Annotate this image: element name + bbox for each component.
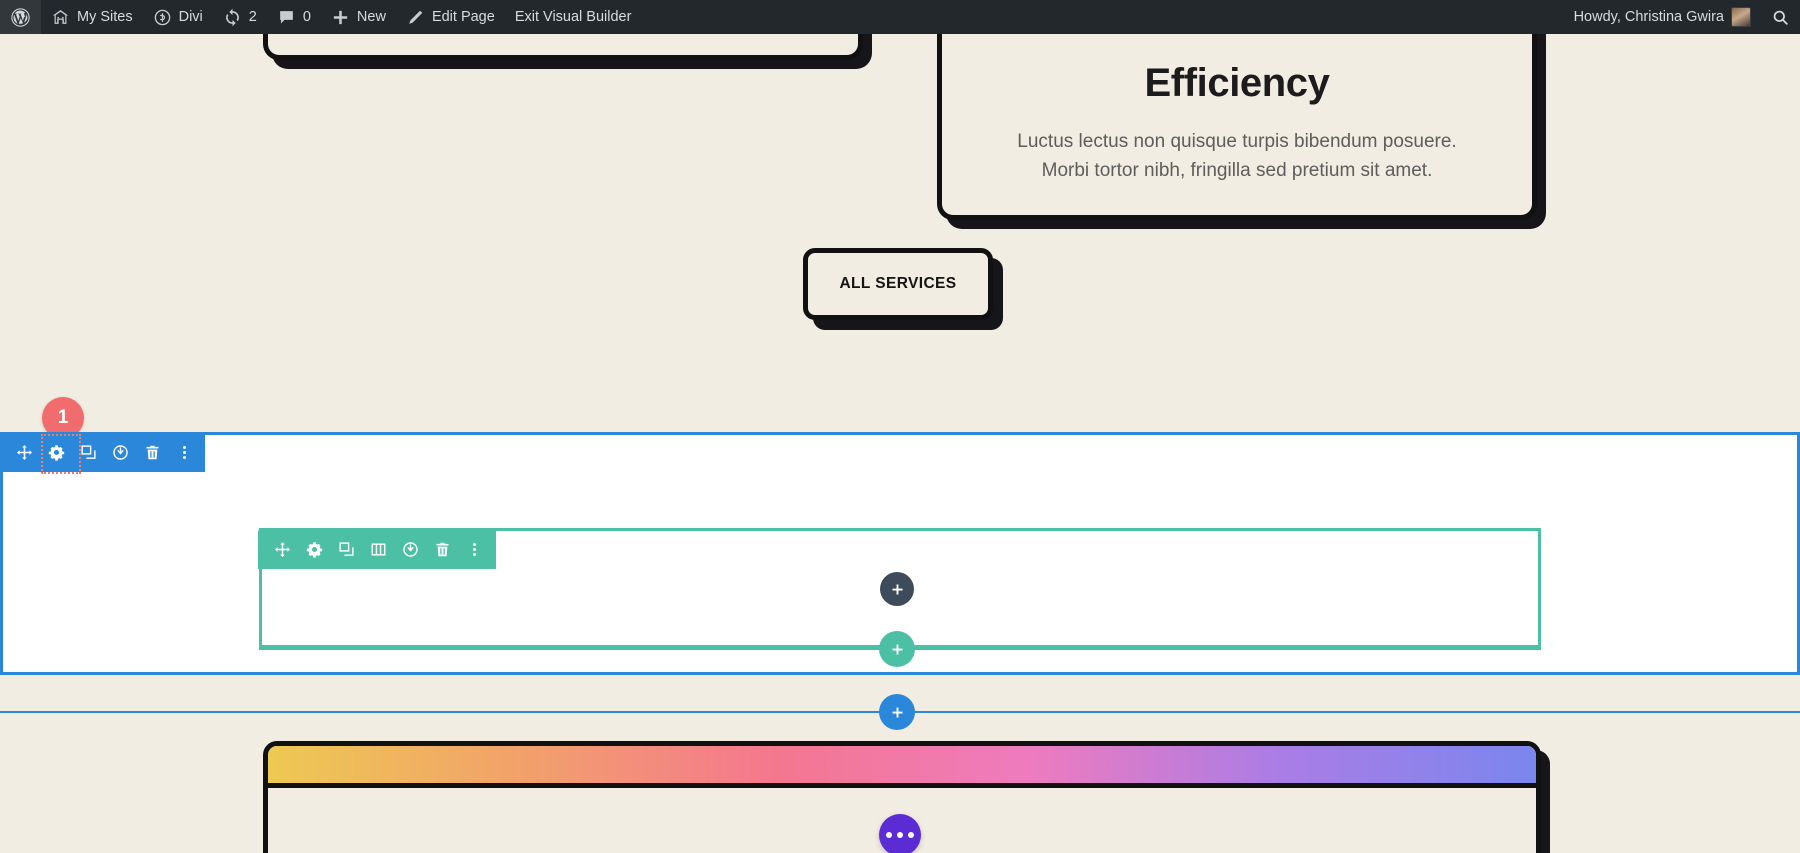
all-services-button[interactable]: ALL SERVICES [803,248,993,320]
wordpress-logo-menu[interactable] [0,0,41,34]
divi-icon [153,8,172,27]
row-more-options-icon[interactable] [458,529,490,569]
section-toolbar [0,432,205,472]
visual-builder-canvas: Efficiency Luctus lectus non quisque tur… [0,34,1800,853]
admin-bar-item-my-sites[interactable]: My Sites [41,0,143,34]
my-sites-icon [51,8,70,27]
row-move-icon[interactable] [266,529,298,569]
section-more-options-icon[interactable] [168,432,200,472]
row-trash-icon[interactable] [426,529,458,569]
comment-bubble-icon [277,8,296,27]
admin-bar-item-search[interactable] [1761,0,1800,34]
efficiency-body-line-2: Morbi tortor nibh, fringilla sed pretium… [976,156,1498,185]
admin-bar-item-howdy[interactable]: Howdy, Christina Gwira [1564,0,1761,34]
row-power-icon[interactable] [394,529,426,569]
section-move-icon[interactable] [8,432,40,472]
avatar [1731,7,1751,27]
admin-bar-label-edit-page: Edit Page [432,10,495,25]
plus-icon [331,8,350,27]
admin-bar-right-group: Howdy, Christina Gwira [1564,0,1800,34]
bottom-options-button[interactable] [879,814,921,853]
admin-bar-item-edit-page[interactable]: Edit Page [396,0,505,34]
updates-icon [223,8,242,27]
more-options-icon [886,832,892,838]
row-gear-icon[interactable] [298,529,330,569]
plus-icon [890,582,905,597]
gradient-bar [268,746,1536,788]
top-left-card [263,34,863,60]
section-duplicate-icon[interactable] [72,432,104,472]
add-section-button[interactable] [879,694,915,730]
wordpress-logo-icon [10,7,31,28]
admin-bar-label-updates-count: 2 [249,10,257,25]
search-icon [1771,8,1790,27]
admin-bar-label-divi: Divi [179,10,203,25]
admin-bar-label-my-sites: My Sites [77,10,133,25]
efficiency-body: Luctus lectus non quisque turpis bibendu… [976,127,1498,186]
admin-bar-label-comments-count: 0 [303,10,311,25]
admin-bar-item-divi[interactable]: Divi [143,0,213,34]
admin-bar-left-group: My Sites Divi 2 [0,0,641,34]
pencil-icon [406,8,425,27]
admin-bar-item-comments[interactable]: 0 [267,0,321,34]
admin-bar-item-updates[interactable]: 2 [213,0,267,34]
plus-icon [890,705,905,720]
more-options-icon [897,832,903,838]
section-gear-icon[interactable] [40,432,72,472]
add-row-button[interactable] [879,631,915,667]
efficiency-heading: Efficiency [976,61,1498,105]
efficiency-card: Efficiency Luctus lectus non quisque tur… [937,34,1537,220]
row-duplicate-icon[interactable] [330,529,362,569]
more-options-icon [908,832,914,838]
plus-icon [890,642,905,657]
wp-admin-bar: My Sites Divi 2 [0,0,1800,34]
admin-bar-label-howdy: Howdy, Christina Gwira [1574,10,1724,25]
section-power-icon[interactable] [104,432,136,472]
all-services-button-wrap: ALL SERVICES [803,248,993,320]
row-toolbar [258,529,496,569]
admin-bar-item-new[interactable]: New [321,0,396,34]
section-trash-icon[interactable] [136,432,168,472]
admin-bar-item-exit-visual-builder[interactable]: Exit Visual Builder [505,0,642,34]
efficiency-body-line-1: Luctus lectus non quisque turpis bibendu… [976,127,1498,156]
admin-bar-label-new: New [357,10,386,25]
admin-bar-label-exit-visual-builder: Exit Visual Builder [515,10,632,25]
row-columns-icon[interactable] [362,529,394,569]
add-module-button[interactable] [880,572,914,606]
